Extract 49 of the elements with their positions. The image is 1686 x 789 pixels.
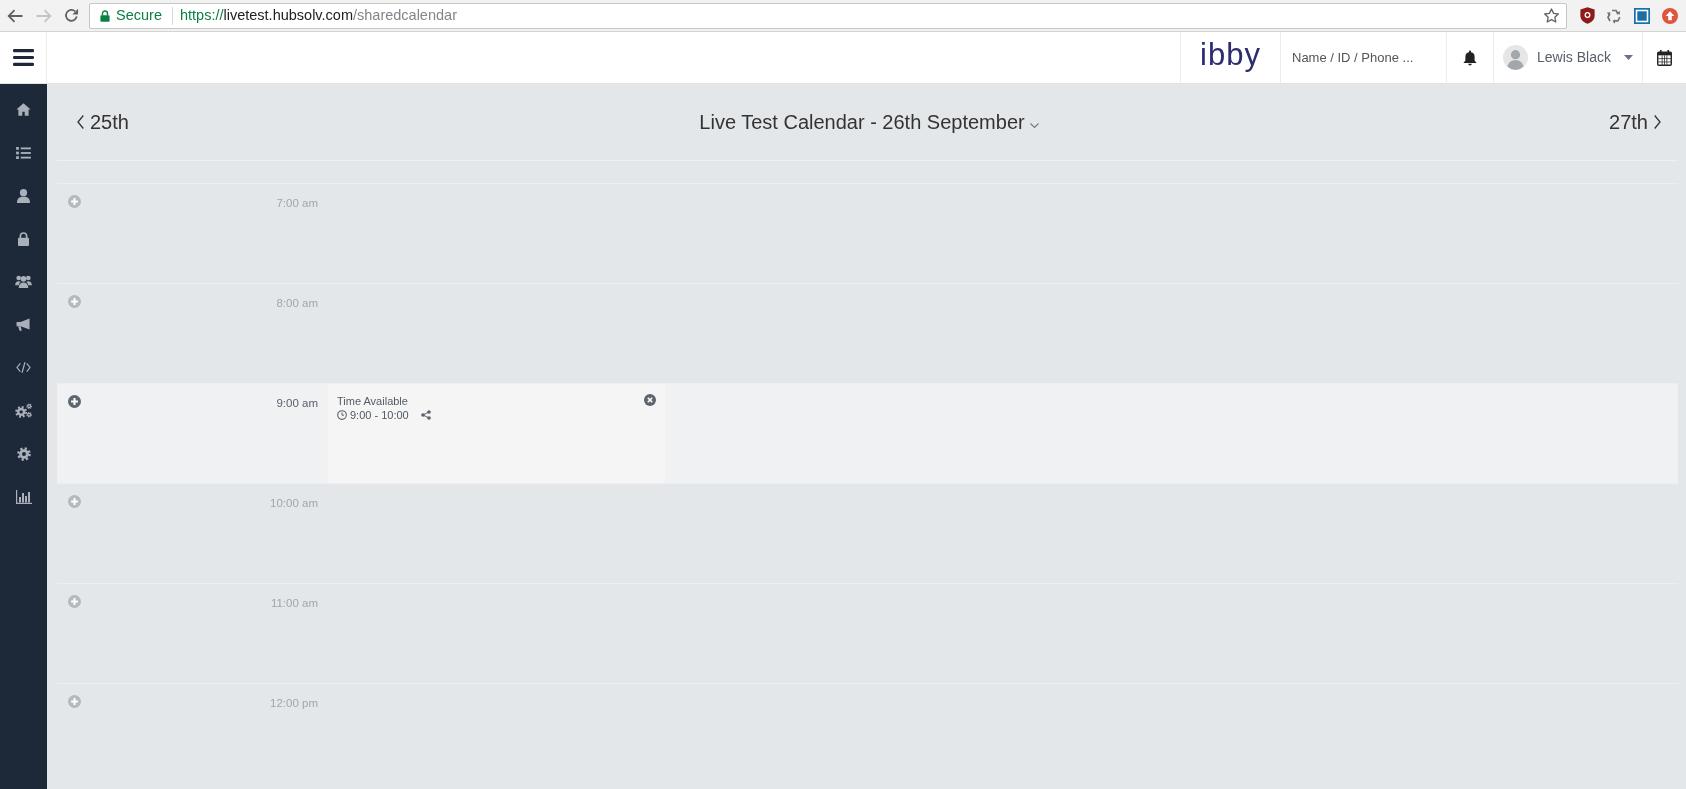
chevron-right-icon: [1654, 115, 1661, 129]
time-label: 9:00 am: [276, 397, 318, 410]
lock-icon: [100, 9, 110, 22]
shield-icon[interactable]: [1580, 7, 1595, 24]
event-title: Time Available: [337, 394, 409, 408]
event-card[interactable]: Time Available 9:00 - 10:00: [328, 384, 665, 483]
arrow-left-icon[interactable]: [7, 8, 23, 23]
next-day-link[interactable]: 27th: [1609, 107, 1661, 137]
time-label: 7:00 am: [276, 197, 318, 210]
caret-down-icon: [1623, 55, 1633, 60]
address-bar[interactable]: Secure https://livetest.hubsolv.com/sharedcalendar: [89, 2, 1567, 29]
users-icon[interactable]: [15, 275, 32, 288]
logo[interactable]: ibby: [1200, 39, 1261, 70]
menu-icon[interactable]: [12, 49, 34, 66]
add-icon[interactable]: [68, 395, 81, 408]
time-label: 10:00 am: [270, 497, 318, 510]
bar-chart-icon[interactable]: [15, 489, 32, 504]
reload-icon[interactable]: [64, 8, 79, 23]
home-icon[interactable]: [16, 103, 31, 116]
chevron-down-icon: [1029, 123, 1039, 128]
search-field[interactable]: Name / ID / Phone ...: [1281, 32, 1446, 83]
arrow-up-circle-icon[interactable]: [1662, 7, 1678, 24]
share-icon[interactable]: [420, 410, 431, 420]
lock-icon[interactable]: [18, 231, 29, 246]
clock-icon: [337, 410, 347, 420]
event-time-range: 9:00 - 10:00: [350, 408, 409, 422]
calendar-icon[interactable]: [1657, 49, 1672, 66]
recycle-icon[interactable]: [1606, 7, 1622, 24]
close-icon[interactable]: [644, 394, 656, 406]
code-icon[interactable]: [16, 362, 31, 373]
previous-day-link[interactable]: 25th: [77, 107, 700, 137]
star-icon[interactable]: [1543, 7, 1560, 24]
user-menu-button[interactable]: Lewis Black: [1503, 45, 1633, 70]
secure-label: Secure: [116, 5, 162, 25]
megaphone-icon[interactable]: [16, 318, 31, 331]
user-icon[interactable]: [17, 188, 30, 203]
time-label: 11:00 am: [270, 597, 318, 610]
avatar-icon: [1503, 45, 1529, 70]
time-label: 12:00 pm: [270, 697, 318, 710]
url-text: https://livetest.hubsolv.com/sharedcalendar: [179, 5, 457, 25]
list-icon[interactable]: [16, 146, 31, 159]
square-icon[interactable]: [1634, 7, 1650, 24]
gear-icon[interactable]: [16, 446, 31, 461]
calendar-title-dropdown[interactable]: Live Test Calendar - 26th September: [699, 107, 1039, 137]
gears-icon[interactable]: [15, 403, 32, 418]
time-label: 8:00 am: [276, 297, 318, 310]
chevron-left-icon: [77, 115, 84, 129]
time-slot-row[interactable]: 9:00 am Time Available 9:00 - 10:00: [57, 383, 1678, 483]
bell-icon[interactable]: [1463, 49, 1477, 66]
